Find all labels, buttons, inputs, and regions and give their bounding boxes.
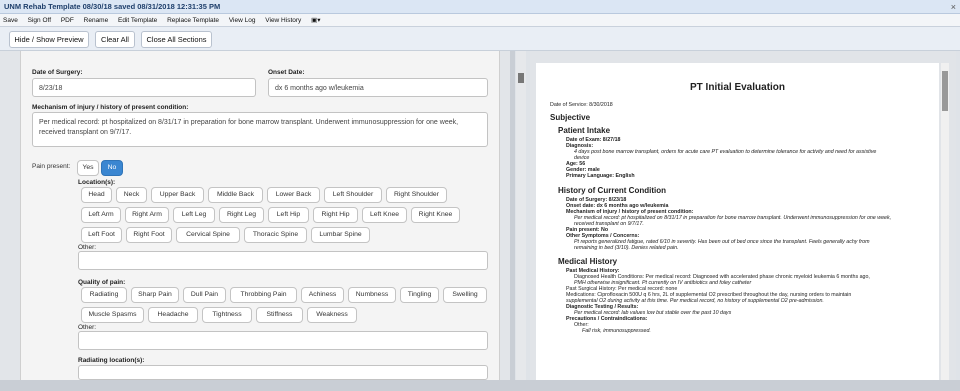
location-neck[interactable]: Neck: [116, 187, 147, 203]
location-left-shoulder[interactable]: Left Shoulder: [324, 187, 382, 203]
preview-pane: PT Initial Evaluation Date of Service: 8…: [530, 51, 956, 380]
pain-yes-toggle[interactable]: Yes: [77, 160, 99, 176]
surgery-label: Date of Surgery:: [32, 69, 83, 76]
location-head[interactable]: Head: [81, 187, 112, 203]
toolbar: Hide / Show Preview Clear All Close All …: [0, 27, 960, 51]
other-label: Other:: [78, 244, 97, 251]
other2-label: Other:: [78, 324, 97, 331]
menu-replace-template[interactable]: Replace Template: [167, 17, 219, 24]
form-scrollbar[interactable]: [516, 51, 526, 380]
hide-show-preview-button[interactable]: Hide / Show Preview: [9, 31, 89, 48]
surgery-date-input[interactable]: 8/23/18: [32, 78, 256, 97]
quality-weakness[interactable]: Weakness: [307, 307, 357, 323]
location-upper-back[interactable]: Upper Back: [151, 187, 204, 203]
quality-other-input[interactable]: [78, 331, 488, 350]
quality-numbness[interactable]: Numbness: [348, 287, 396, 303]
quality-achiness[interactable]: Achiness: [301, 287, 344, 303]
pain-no-toggle[interactable]: No: [101, 160, 123, 176]
quality-throbbing-pain[interactable]: Throbbing Pain: [230, 287, 297, 303]
quality-muscle-spasms[interactable]: Muscle Spasms: [81, 307, 144, 323]
menu-view-log[interactable]: View Log: [229, 17, 256, 24]
form-pane: Date of Surgery: 8/23/18 Onset Date: dx …: [0, 51, 510, 380]
location-thoracic-spine[interactable]: Thoracic Spine: [244, 227, 307, 243]
onset-label: Onset Date:: [268, 69, 305, 76]
preview-date-of-service: Date of Service: 8/30/2018: [550, 102, 613, 108]
quality-sharp-pain[interactable]: Sharp Pain: [131, 287, 179, 303]
preview-subjective-heading: Subjective: [550, 113, 591, 122]
onset-date-input[interactable]: dx 6 months ago w/leukemia: [268, 78, 488, 97]
preview-history-heading: History of Current Condition: [558, 186, 666, 195]
location-other-input[interactable]: [78, 251, 488, 270]
quality-label: Quality of pain:: [78, 279, 126, 286]
menu-edit-template[interactable]: Edit Template: [118, 17, 157, 24]
preview-diagnosis-line1: 4 days post bone marrow transplant, orde…: [574, 149, 877, 155]
close-all-sections-button[interactable]: Close All Sections: [141, 31, 212, 48]
location-left-leg[interactable]: Left Leg: [173, 207, 215, 223]
location-lower-back[interactable]: Lower Back: [267, 187, 320, 203]
menu-pdf[interactable]: PDF: [61, 17, 74, 24]
location-lumbar-spine[interactable]: Lumbar Spine: [311, 227, 370, 243]
quality-swelling[interactable]: Swelling: [443, 287, 487, 303]
location-right-leg[interactable]: Right Leg: [219, 207, 264, 223]
clear-all-button[interactable]: Clear All: [95, 31, 135, 48]
bottom-bar: [0, 380, 960, 391]
menu-bar: Save Sign Off PDF Rename Edit Template R…: [0, 14, 960, 27]
window-title-bar: UNM Rehab Template 08/30/18 saved 08/31/…: [0, 0, 960, 14]
preview-page: PT Initial Evaluation Date of Service: 8…: [536, 63, 939, 380]
preview-title: PT Initial Evaluation: [690, 82, 786, 93]
form-scrollbar-thumb[interactable]: [518, 73, 524, 83]
location-right-arm[interactable]: Right Arm: [125, 207, 169, 223]
location-cervical-spine[interactable]: Cervical Spine: [176, 227, 240, 243]
mechanism-label: Mechanism of injury / history of present…: [32, 104, 189, 111]
location-label: Location(s):: [78, 179, 116, 186]
location-left-arm[interactable]: Left Arm: [81, 207, 121, 223]
preview-history-other-line2: remaining in bed (3/10). Denies related …: [574, 245, 679, 251]
mechanism-textarea[interactable]: Per medical record: pt hospitalized on 8…: [32, 112, 488, 147]
location-left-knee[interactable]: Left Knee: [362, 207, 407, 223]
location-left-hip[interactable]: Left Hip: [268, 207, 309, 223]
quality-radiating[interactable]: Radiating: [81, 287, 127, 303]
menu-save[interactable]: Save: [3, 17, 18, 24]
quality-stiffness[interactable]: Stiffness: [256, 307, 303, 323]
quality-tingling[interactable]: Tingling: [400, 287, 439, 303]
preview-language: Primary Language: English: [566, 173, 635, 179]
preview-prec-value: Fall risk, immunosuppressed.: [582, 328, 651, 334]
menu-rename[interactable]: Rename: [84, 17, 109, 24]
location-middle-back[interactable]: Middle Back: [208, 187, 263, 203]
quality-headache[interactable]: Headache: [148, 307, 198, 323]
pain-label: Pain present:: [32, 163, 71, 170]
menu-sign-off[interactable]: Sign Off: [28, 17, 51, 24]
radiating-input[interactable]: [78, 365, 488, 380]
close-icon[interactable]: ×: [951, 0, 956, 14]
location-right-knee[interactable]: Right Knee: [411, 207, 460, 223]
radiating-label: Radiating location(s):: [78, 357, 145, 364]
menu-more-icon[interactable]: ▣▾: [311, 17, 320, 24]
quality-dull-pain[interactable]: Dull Pain: [183, 287, 226, 303]
preview-intake-heading: Patient Intake: [558, 126, 611, 135]
menu-view-history[interactable]: View History: [265, 17, 301, 24]
form-section: Date of Surgery: 8/23/18 Onset Date: dx …: [20, 51, 500, 380]
preview-scrollbar[interactable]: [941, 63, 949, 380]
pane-divider[interactable]: [510, 51, 515, 380]
location-left-foot[interactable]: Left Foot: [81, 227, 122, 243]
preview-scrollbar-thumb[interactable]: [942, 71, 948, 111]
location-right-shoulder[interactable]: Right Shoulder: [386, 187, 447, 203]
location-right-foot[interactable]: Right Foot: [126, 227, 172, 243]
window-title: UNM Rehab Template 08/30/18 saved 08/31/…: [4, 2, 221, 11]
quality-tightness[interactable]: Tightness: [202, 307, 252, 323]
preview-medical-heading: Medical History: [558, 257, 618, 266]
location-right-hip[interactable]: Right Hip: [313, 207, 358, 223]
